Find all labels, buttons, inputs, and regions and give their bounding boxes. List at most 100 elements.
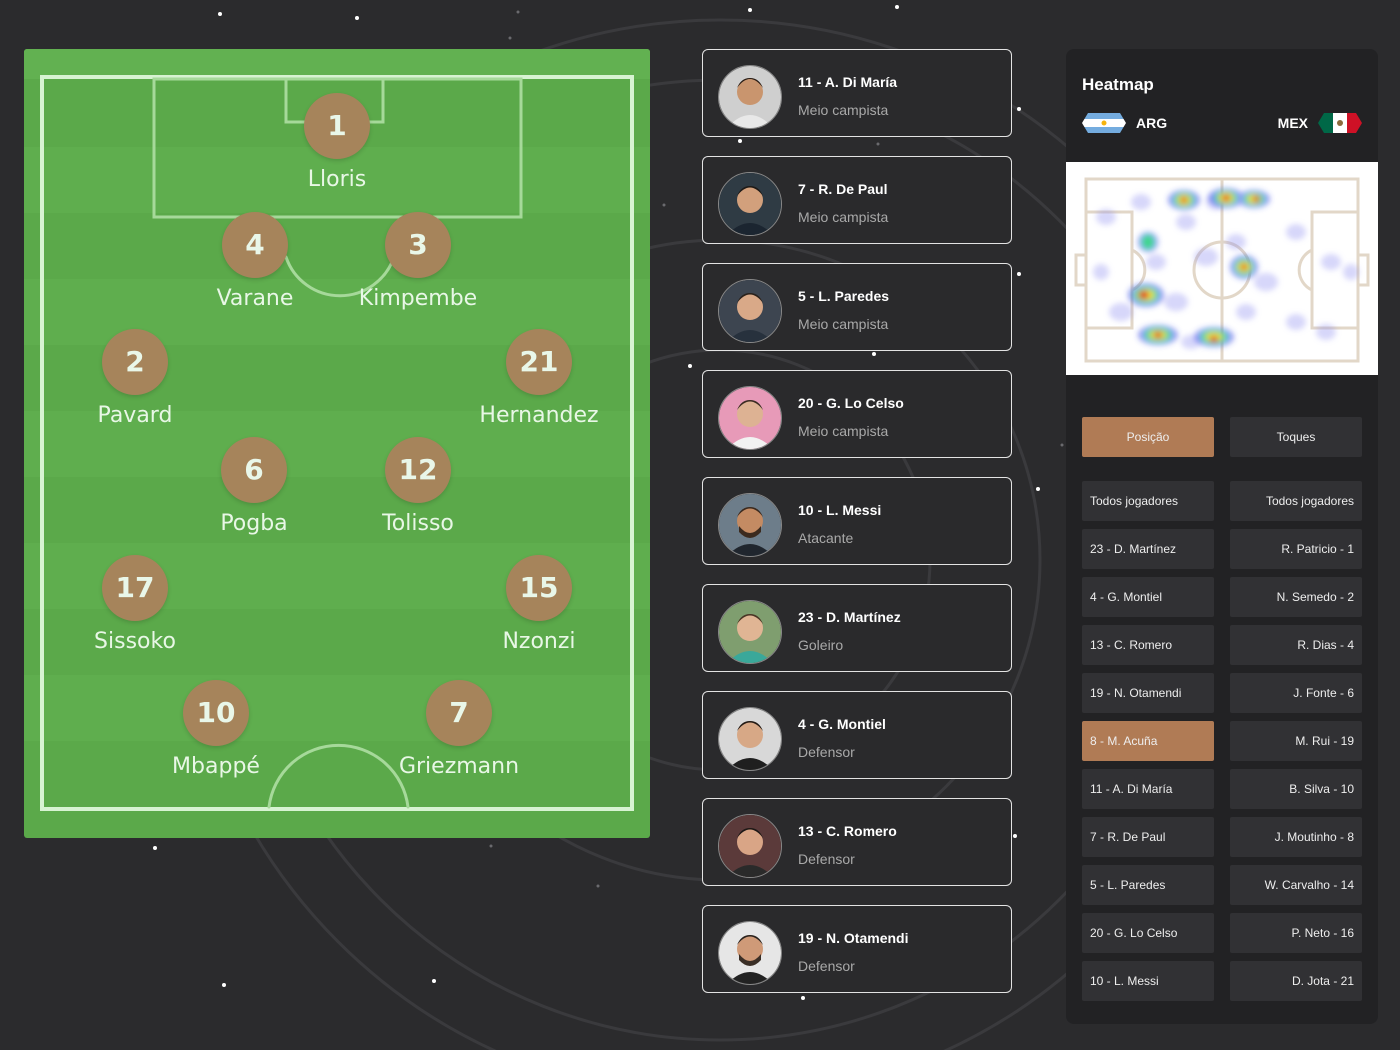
player-number-badge: 7	[426, 680, 492, 746]
home-player-filter-item[interactable]: 4 - G. Montiel	[1082, 577, 1214, 617]
formation-player[interactable]: 17 Sissoko	[55, 555, 215, 654]
player-card-role: Meio campista	[798, 102, 889, 118]
toggle-touches-button[interactable]: Toques	[1230, 417, 1362, 457]
player-card-title: 13 - C. Romero	[798, 823, 897, 839]
player-card-title: 11 - A. Di María	[798, 74, 898, 90]
player-card-title: 5 - L. Paredes	[798, 288, 890, 304]
player-name: Sissoko	[94, 629, 176, 654]
heatmap-field	[1066, 162, 1378, 375]
player-card-role: Defensor	[798, 851, 855, 867]
away-player-filter-item[interactable]: J. Fonte - 6	[1230, 673, 1362, 713]
player-card[interactable]: 10 - L. Messi Atacante	[702, 477, 1012, 565]
formation-player[interactable]: 10 Mbappé	[136, 680, 296, 779]
player-name: Kimpembe	[358, 286, 478, 311]
away-player-filter-item[interactable]: J. Moutinho - 8	[1230, 817, 1362, 857]
player-card[interactable]: 20 - G. Lo Celso Meio campista	[702, 370, 1012, 458]
formation-player[interactable]: 1 Lloris	[257, 93, 417, 192]
player-card-role: Defensor	[798, 744, 855, 760]
toggle-position-button[interactable]: Posição	[1082, 417, 1214, 457]
home-player-filter-item[interactable]: 20 - G. Lo Celso	[1082, 913, 1214, 953]
player-number-badge: 6	[221, 437, 287, 503]
player-card[interactable]: 23 - D. Martínez Goleiro	[702, 584, 1012, 672]
player-card[interactable]: 19 - N. Otamendi Defensor	[702, 905, 1012, 993]
player-name: Mbappé	[172, 754, 260, 779]
home-player-filter-item[interactable]: 7 - R. De Paul	[1082, 817, 1214, 857]
player-card-title: 19 - N. Otamendi	[798, 930, 909, 946]
formation-player[interactable]: 4 Varane	[175, 212, 335, 311]
player-avatar	[718, 279, 782, 343]
away-team: MEX	[1278, 111, 1362, 135]
player-avatar	[718, 600, 782, 664]
away-player-filter-item[interactable]: B. Silva - 10	[1230, 769, 1362, 809]
away-player-filter-item[interactable]: N. Semedo - 2	[1230, 577, 1362, 617]
away-player-filter-item[interactable]: R. Patricio - 1	[1230, 529, 1362, 569]
player-avatar	[718, 493, 782, 557]
player-number-badge: 4	[222, 212, 288, 278]
formation-player[interactable]: 2 Pavard	[55, 329, 215, 428]
formation-player[interactable]: 7 Griezmann	[379, 680, 539, 779]
home-team: ARG	[1082, 111, 1167, 135]
player-card[interactable]: 5 - L. Paredes Meio campista	[702, 263, 1012, 351]
home-player-filter-item[interactable]: 10 - L. Messi	[1082, 961, 1214, 1001]
player-card[interactable]: 13 - C. Romero Defensor	[702, 798, 1012, 886]
player-name: Hernandez	[479, 403, 599, 428]
away-player-filter-item[interactable]: R. Dias - 4	[1230, 625, 1362, 665]
formation-player[interactable]: 12 Tolisso	[338, 437, 498, 536]
player-avatar	[718, 65, 782, 129]
player-card-role: Meio campista	[798, 316, 889, 332]
away-team-name: MEX	[1277, 115, 1308, 131]
player-number-badge: 2	[102, 329, 168, 395]
player-name: Varane	[216, 286, 294, 311]
player-avatar	[718, 386, 782, 450]
away-player-filter-item[interactable]: W. Carvalho - 14	[1230, 865, 1362, 905]
formation-player[interactable]: 6 Pogba	[174, 437, 334, 536]
player-card-title: 20 - G. Lo Celso	[798, 395, 904, 411]
player-avatar	[718, 707, 782, 771]
away-player-filter-item[interactable]: P. Neto - 16	[1230, 913, 1362, 953]
player-card-title: 7 - R. De Paul	[798, 181, 888, 197]
home-player-filter-item[interactable]: 11 - A. Di María	[1082, 769, 1214, 809]
away-player-filter-item[interactable]: M. Rui - 19	[1230, 721, 1362, 761]
player-avatar	[718, 172, 782, 236]
player-card[interactable]: 11 - A. Di María Meio campista	[702, 49, 1012, 137]
home-player-filter-item[interactable]: 19 - N. Otamendi	[1082, 673, 1214, 713]
player-number-badge: 3	[385, 212, 451, 278]
formation-player[interactable]: 15 Nzonzi	[459, 555, 619, 654]
player-card-title: 10 - L. Messi	[798, 502, 882, 518]
home-player-filter-item[interactable]: Todos jogadores	[1082, 481, 1214, 521]
player-avatar	[718, 814, 782, 878]
home-team-name: ARG	[1136, 115, 1168, 131]
player-name: Nzonzi	[502, 629, 576, 654]
player-number-badge: 10	[183, 680, 249, 746]
player-number-badge: 1	[304, 93, 370, 159]
player-name: Griezmann	[398, 754, 520, 779]
player-card-role: Meio campista	[798, 209, 889, 225]
away-player-filter-item[interactable]: D. Jota - 21	[1230, 961, 1362, 1001]
argentina-flag-icon	[1082, 113, 1126, 133]
player-avatar	[718, 921, 782, 985]
player-card[interactable]: 4 - G. Montiel Defensor	[702, 691, 1012, 779]
player-card-role: Goleiro	[798, 637, 844, 653]
heatmap-title: Heatmap	[1082, 75, 1154, 94]
player-number-badge: 12	[385, 437, 451, 503]
player-number-badge: 15	[506, 555, 572, 621]
player-card-title: 4 - G. Montiel	[798, 716, 886, 732]
player-name: Lloris	[307, 167, 367, 192]
player-card-role: Meio campista	[798, 423, 889, 439]
player-card-title: 23 - D. Martínez	[798, 609, 901, 625]
player-number-badge: 21	[506, 329, 572, 395]
player-card-role: Defensor	[798, 958, 855, 974]
formation-player[interactable]: 21 Hernandez	[459, 329, 619, 428]
player-card[interactable]: 7 - R. De Paul Meio campista	[702, 156, 1012, 244]
formation-pitch: 1 Lloris 4 Varane 3 Kimpembe 2 Pavard 21…	[24, 49, 650, 838]
player-name: Pavard	[97, 403, 173, 428]
player-card-role: Atacante	[798, 530, 854, 546]
player-number-badge: 17	[102, 555, 168, 621]
home-player-filter-item[interactable]: 13 - C. Romero	[1082, 625, 1214, 665]
home-player-filter-item-selected[interactable]: 8 - M. Acuña	[1082, 721, 1214, 761]
home-player-filter-item[interactable]: 23 - D. Martínez	[1082, 529, 1214, 569]
heatmap-panel: Heatmap ARG MEX Posição Toques Todos jog…	[1066, 49, 1378, 1024]
home-player-filter-item[interactable]: 5 - L. Paredes	[1082, 865, 1214, 905]
away-player-filter-item[interactable]: Todos jogadores	[1230, 481, 1362, 521]
formation-player[interactable]: 3 Kimpembe	[338, 212, 498, 311]
